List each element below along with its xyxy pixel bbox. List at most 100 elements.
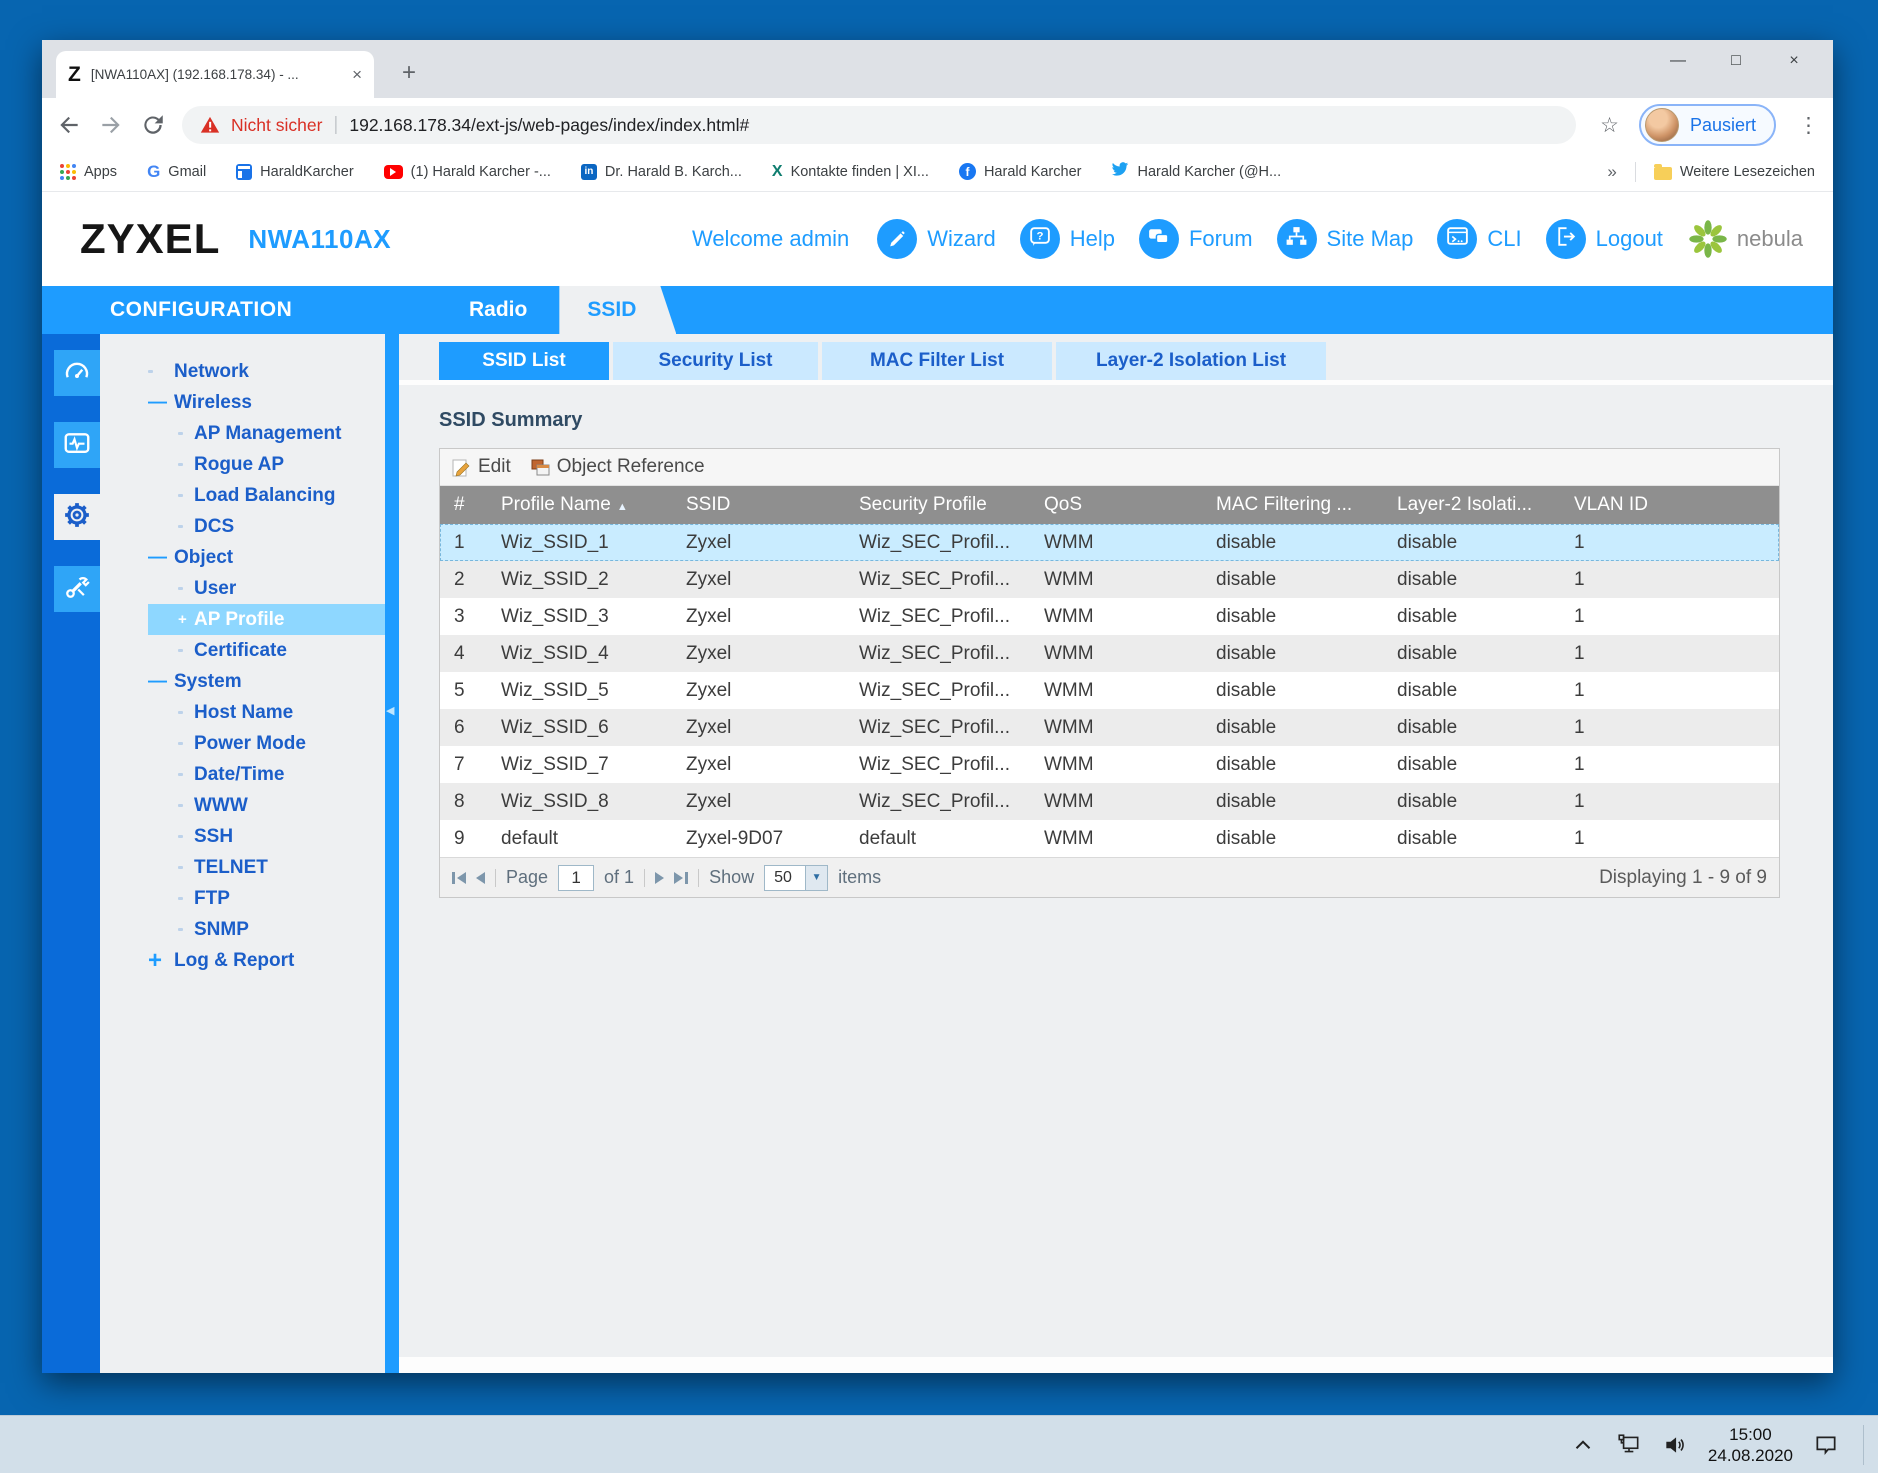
rail-configuration-gear-icon[interactable] — [54, 494, 100, 540]
sidebar-item-ap-profile[interactable]: + AP Profile — [148, 604, 385, 635]
next-page-icon[interactable] — [655, 871, 665, 884]
forward-icon[interactable] — [98, 112, 124, 138]
expand-plus-icon[interactable]: + — [148, 948, 174, 973]
sidebar-item-object[interactable]: — Object — [148, 542, 385, 573]
bookmark-item-dr-harald-b-karch[interactable]: in Dr. Harald B. Karch... — [580, 163, 742, 180]
bookmark-item-kontakte-finden-xi[interactable]: X Kontakte finden | XI... — [772, 163, 929, 181]
column-header-[interactable]: # — [440, 494, 485, 516]
sidebar-item-user[interactable]: User — [148, 573, 385, 604]
expand-plus-icon[interactable]: + — [178, 611, 194, 628]
object-reference-button[interactable]: Object Reference — [531, 456, 705, 478]
sidebar-item-power-mode[interactable]: Power Mode — [148, 728, 385, 759]
page-size-select[interactable]: 50 ▼ — [764, 864, 829, 891]
header-nav-logout[interactable]: Logout — [1545, 219, 1663, 259]
dropdown-arrow-icon[interactable]: ▼ — [805, 865, 828, 890]
collapse-minus-icon[interactable]: — — [148, 671, 174, 693]
reload-icon[interactable] — [140, 112, 166, 138]
rail-monitor-icon[interactable] — [54, 422, 100, 468]
taskbar-clock[interactable]: 15:00 24.08.2020 — [1708, 1424, 1793, 1466]
bookmarks-overflow-icon[interactable]: » — [1607, 162, 1616, 182]
show-desktop-button[interactable] — [1863, 1424, 1864, 1465]
bookmark-item-harald-karcher[interactable]: f Harald Karcher — [958, 163, 1081, 180]
sidebar-item-certificate[interactable]: Certificate — [148, 635, 385, 666]
browser-tab[interactable]: Z [NWA110AX] (192.168.178.34) - ... × — [56, 51, 374, 98]
sidebar-item-wireless[interactable]: — Wireless — [148, 387, 385, 418]
maximize-button[interactable]: □ — [1707, 52, 1765, 70]
action-center-icon[interactable] — [1813, 1432, 1839, 1458]
sidebar-item-telnet[interactable]: TELNET — [148, 852, 385, 883]
tab-radio[interactable]: Radio — [437, 286, 559, 334]
sidebar-item-ftp[interactable]: FTP — [148, 883, 385, 914]
bookmark-item-harald-karcher-h[interactable]: Harald Karcher (@H... — [1111, 162, 1281, 181]
tray-volume-icon[interactable] — [1662, 1432, 1688, 1458]
header-nav-site-map[interactable]: Site Map — [1276, 219, 1413, 259]
sidebar-item-host-name[interactable]: Host Name — [148, 697, 385, 728]
previous-page-icon[interactable] — [476, 871, 485, 884]
header-nav-cli[interactable]: CLI — [1437, 219, 1522, 259]
bookmark-item-1-harald-karcher[interactable]: (1) Harald Karcher -... — [383, 164, 551, 180]
table-row-4[interactable]: 4 Wiz_SSID_4 Zyxel Wiz_SEC_Profil... WMM disa… — [440, 635, 1779, 672]
new-tab-button[interactable]: + — [394, 58, 424, 88]
table-row-9[interactable]: 9 default Zyxel-9D07 default WMM disable disab… — [440, 820, 1779, 857]
rail-dashboard-icon[interactable] — [54, 350, 100, 396]
tray-chevron-up-icon[interactable] — [1570, 1432, 1596, 1458]
header-nav-forum[interactable]: Forum — [1138, 219, 1253, 259]
table-row-8[interactable]: 8 Wiz_SSID_8 Zyxel Wiz_SEC_Profil... WMM disa… — [440, 783, 1779, 820]
collapse-minus-icon[interactable]: — — [148, 392, 174, 414]
bookmark-item-haraldkarcher[interactable]: HaraldKarcher — [236, 163, 354, 180]
collapse-minus-icon[interactable]: — — [148, 547, 174, 569]
header-nav-wizard[interactable]: Wizard — [877, 219, 996, 259]
subtab-mac-filter-list[interactable]: MAC Filter List — [822, 342, 1052, 380]
bookmark-item-gmail[interactable]: G Gmail — [147, 162, 206, 182]
sidebar-item-log-report[interactable]: + Log & Report — [148, 945, 385, 976]
sidebar-item-load-balancing[interactable]: Load Balancing — [148, 480, 385, 511]
sidebar-item-www[interactable]: WWW — [148, 790, 385, 821]
column-header-profile-name[interactable]: Profile Name ▲ — [485, 494, 670, 516]
sidebar-item-ap-management[interactable]: AP Management — [148, 418, 385, 449]
nebula-link[interactable]: nebula — [1687, 218, 1803, 260]
minimize-button[interactable]: — — [1649, 52, 1707, 70]
more-bookmarks-button[interactable]: Weitere Lesezeichen — [1653, 163, 1815, 180]
sidebar-divider[interactable]: ◀ — [385, 334, 399, 1373]
subtab-layer-2-isolation-list[interactable]: Layer-2 Isolation List — [1056, 342, 1326, 380]
subtab-ssid-list[interactable]: SSID List — [439, 342, 609, 380]
column-header-layer-2-isolati[interactable]: Layer-2 Isolati... — [1381, 494, 1558, 516]
profile-button[interactable]: Pausiert — [1638, 104, 1776, 146]
bookmark-star-icon[interactable]: ☆ — [1600, 113, 1619, 138]
first-page-icon[interactable] — [452, 871, 466, 884]
tab-ssid[interactable]: SSID — [559, 286, 676, 334]
table-row-7[interactable]: 7 Wiz_SSID_7 Zyxel Wiz_SEC_Profil... WMM disa… — [440, 746, 1779, 783]
table-row-1[interactable]: 1 Wiz_SSID_1 Zyxel Wiz_SEC_Profil... WMM disa… — [440, 524, 1779, 561]
sort-ascending-icon[interactable]: ▲ — [617, 501, 628, 513]
rail-maintenance-icon[interactable] — [54, 566, 100, 612]
table-row-6[interactable]: 6 Wiz_SSID_6 Zyxel Wiz_SEC_Profil... WMM disa… — [440, 709, 1779, 746]
table-row-5[interactable]: 5 Wiz_SSID_5 Zyxel Wiz_SEC_Profil... WMM disa… — [440, 672, 1779, 709]
tab-close-icon[interactable]: × — [352, 65, 362, 85]
sidebar-collapse-icon[interactable]: ◀ — [386, 704, 394, 717]
column-header-security-profile[interactable]: Security Profile — [843, 494, 1028, 516]
edit-button[interactable]: Edit — [452, 456, 511, 478]
url-text[interactable]: 192.168.178.34/ext-js/web-pages/index/in… — [349, 115, 1558, 136]
last-page-icon[interactable] — [674, 871, 689, 884]
sidebar-item-dcs[interactable]: DCS — [148, 511, 385, 542]
sidebar-item-ssh[interactable]: SSH — [148, 821, 385, 852]
address-bar[interactable]: Nicht sicher | 192.168.178.34/ext-js/web… — [182, 106, 1577, 144]
page-number-input[interactable] — [558, 864, 595, 891]
browser-menu-icon[interactable]: ⋮ — [1798, 113, 1819, 138]
table-row-2[interactable]: 2 Wiz_SSID_2 Zyxel Wiz_SEC_Profil... WMM disa… — [440, 561, 1779, 598]
not-secure-warning-icon[interactable] — [200, 116, 220, 134]
back-icon[interactable] — [56, 112, 82, 138]
sidebar-item-rogue-ap[interactable]: Rogue AP — [148, 449, 385, 480]
column-header-qos[interactable]: QoS — [1028, 494, 1200, 516]
subtab-security-list[interactable]: Security List — [613, 342, 818, 380]
column-header-mac-filtering[interactable]: MAC Filtering ... — [1200, 494, 1381, 516]
sidebar-item-network[interactable]: Network — [148, 356, 385, 387]
column-header-vlan-id[interactable]: VLAN ID — [1558, 494, 1779, 516]
sidebar-item-system[interactable]: — System — [148, 666, 385, 697]
close-button[interactable]: × — [1765, 52, 1823, 70]
header-nav-help[interactable]: ? Help — [1019, 219, 1115, 259]
column-header-ssid[interactable]: SSID — [670, 494, 843, 516]
sidebar-item-date-time[interactable]: Date/Time — [148, 759, 385, 790]
bookmark-item-apps[interactable]: Apps — [60, 163, 117, 180]
sidebar-item-snmp[interactable]: SNMP — [148, 914, 385, 945]
